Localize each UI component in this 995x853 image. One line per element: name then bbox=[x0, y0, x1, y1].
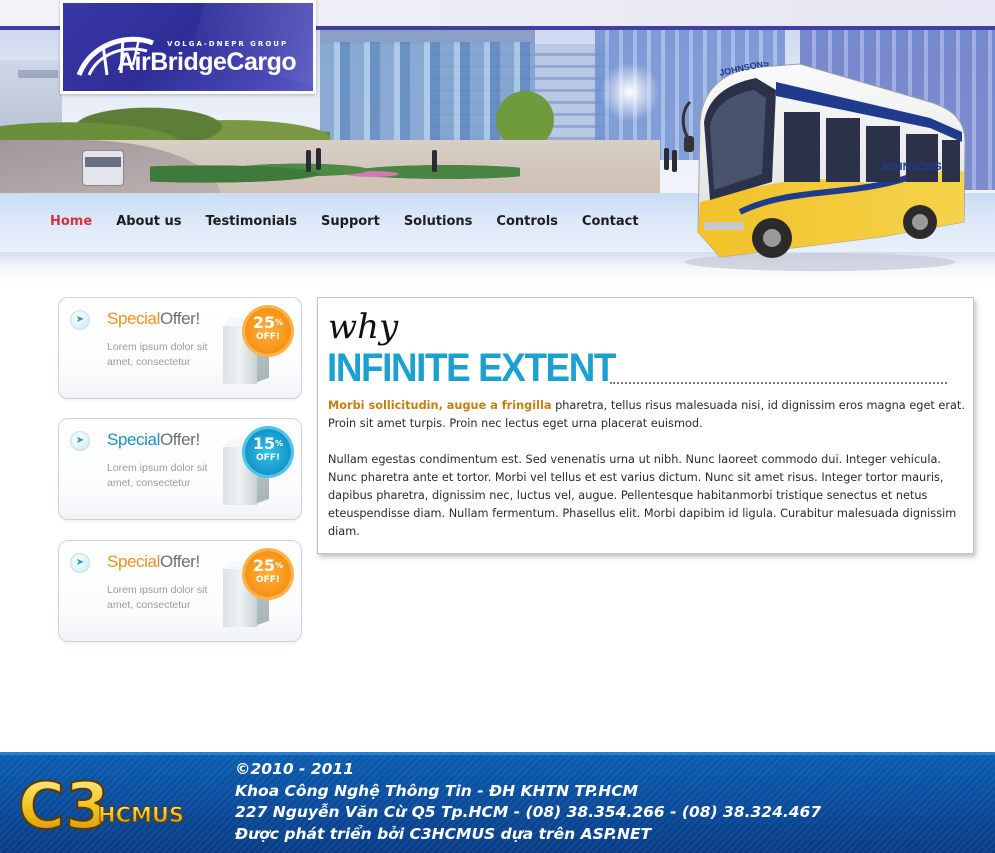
discount-off-label: OFF! bbox=[255, 453, 281, 463]
arrow-right-icon: ➤ bbox=[70, 310, 90, 330]
logo-text: HCMUS bbox=[98, 803, 184, 827]
discount-percent-sign: % bbox=[275, 318, 284, 327]
logo-panel: VOLGA-DNEPR GROUP AirBridgeCargo bbox=[63, 3, 313, 91]
offer-title: SpecialOffer! bbox=[107, 552, 200, 572]
nav-contact[interactable]: Contact bbox=[582, 213, 639, 233]
footer-address: 227 Nguyễn Văn Cừ Q5 Tp.HCM - (08) 38.35… bbox=[235, 803, 822, 821]
offer-title-word2: Offer! bbox=[159, 309, 200, 328]
special-offer-card[interactable]: ➤ SpecialOffer! Lorem ipsum dolor sit am… bbox=[58, 540, 302, 642]
site-logo[interactable]: VOLGA-DNEPR GROUP AirBridgeCargo bbox=[60, 0, 316, 94]
nav-controls[interactable]: Controls bbox=[496, 213, 557, 233]
nav-home[interactable]: Home bbox=[50, 213, 92, 233]
discount-badge: 15% OFF! bbox=[245, 429, 291, 475]
logo-letters: C3 bbox=[18, 770, 110, 844]
site-header: VOLGA-DNEPR GROUP AirBridgeCargo JOHNSON… bbox=[0, 0, 995, 280]
content-kicker: why bbox=[328, 307, 399, 347]
offer-description: Lorem ipsum dolor sit amet, consectetur bbox=[107, 584, 208, 611]
c3hcmus-logo: C3 HCMUS bbox=[17, 769, 185, 845]
banner-person bbox=[316, 148, 321, 170]
content-highlight: Morbi sollicitudin, augue a fringilla bbox=[328, 399, 552, 412]
arrow-right-icon: ➤ bbox=[70, 431, 90, 451]
footer-info: ©2010 - 2011 Khoa Công Nghệ Thông Tin - … bbox=[235, 759, 821, 845]
banner-light-flare bbox=[600, 62, 660, 122]
discount-percent: 25 bbox=[252, 556, 276, 575]
logo-tagline: VOLGA-DNEPR GROUP bbox=[167, 40, 289, 48]
main-nav: Home About us Testimonials Support Solut… bbox=[50, 213, 663, 233]
banner-building bbox=[18, 70, 58, 78]
discount-percent-sign: % bbox=[275, 439, 284, 448]
discount-off-label: OFF! bbox=[255, 332, 281, 342]
banner-person bbox=[672, 150, 677, 172]
headline-dotted-rule bbox=[610, 382, 947, 384]
nav-support[interactable]: Support bbox=[321, 213, 380, 233]
nav-testimonials[interactable]: Testimonials bbox=[205, 213, 297, 233]
offer-title-word2: Offer! bbox=[159, 430, 200, 449]
offer-title-word1: Special bbox=[107, 552, 160, 571]
footer-faculty: Khoa Công Nghệ Thông Tin - ĐH KHTN TP.HC… bbox=[235, 781, 639, 800]
special-offer-card[interactable]: ➤ SpecialOffer! Lorem ipsum dolor sit am… bbox=[58, 418, 302, 520]
nav-solutions[interactable]: Solutions bbox=[404, 213, 473, 233]
banner-minibus bbox=[82, 150, 124, 186]
offer-description: Lorem ipsum dolor sit amet, consectetur bbox=[107, 341, 208, 368]
banner-person bbox=[432, 150, 437, 172]
discount-off-label: OFF! bbox=[255, 575, 281, 585]
offer-title-word2: Offer! bbox=[159, 552, 200, 571]
logo-wordmark: AirBridgeCargo bbox=[117, 48, 297, 76]
content-paragraph: Morbi sollicitudin, augue a fringilla ph… bbox=[328, 397, 965, 433]
special-offer-card[interactable]: ➤ SpecialOffer! Lorem ipsum dolor sit am… bbox=[58, 297, 302, 399]
offer-title-word1: Special bbox=[107, 309, 160, 328]
banner-shrubs bbox=[150, 150, 520, 190]
discount-badge: 25% OFF! bbox=[245, 551, 291, 597]
discount-badge: 25% OFF! bbox=[245, 308, 291, 354]
discount-percent: 25 bbox=[252, 313, 276, 332]
bus-image: JOHNSONS JOHNSONS bbox=[681, 62, 966, 271]
offer-title-word1: Special bbox=[107, 430, 160, 449]
footer-copyright: ©2010 - 2011 bbox=[235, 760, 355, 778]
content-headline: INFINITE EXTENT bbox=[327, 346, 616, 390]
content-paragraph: Nullam egestas condimentum est. Sed vene… bbox=[328, 453, 957, 538]
nav-about-us[interactable]: About us bbox=[116, 213, 181, 233]
footer-credit: Được phát triển bởi C3HCMUS dựa trên ASP… bbox=[235, 824, 652, 843]
offer-description: Lorem ipsum dolor sit amet, consectetur bbox=[107, 462, 208, 489]
bus-livery-side: JOHNSONS bbox=[880, 161, 942, 173]
site-footer: C3 HCMUS ©2010 - 2011 Khoa Công Nghệ Thô… bbox=[0, 752, 995, 853]
offer-title: SpecialOffer! bbox=[107, 309, 200, 329]
banner-person bbox=[306, 150, 311, 172]
discount-percent: 15 bbox=[252, 434, 276, 453]
arrow-right-icon: ➤ bbox=[70, 553, 90, 573]
main-content-panel: why INFINITE EXTENT Morbi sollicitudin, … bbox=[317, 297, 974, 554]
offer-title: SpecialOffer! bbox=[107, 430, 200, 450]
discount-percent-sign: % bbox=[275, 561, 284, 570]
banner-person bbox=[664, 148, 669, 170]
